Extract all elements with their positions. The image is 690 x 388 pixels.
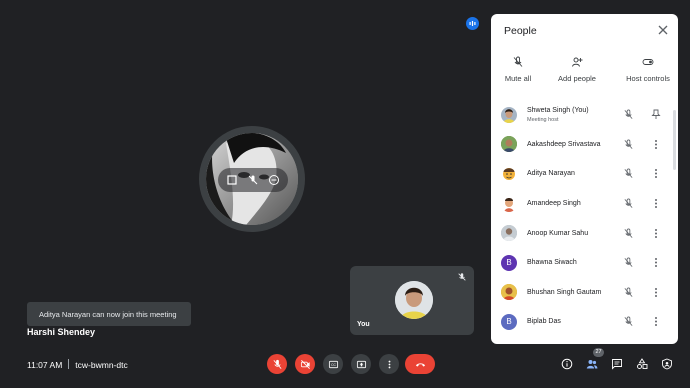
mic-off-icon[interactable] <box>623 109 634 120</box>
participant-avatar <box>501 165 517 182</box>
meeting-details-icon[interactable] <box>561 358 573 370</box>
participant-row[interactable]: Shweta Singh (You) Meeting host <box>491 100 678 130</box>
panel-scrollbar[interactable] <box>673 110 676 170</box>
pin-icon[interactable] <box>226 174 238 186</box>
more-options-icon[interactable] <box>651 228 661 239</box>
mic-off-icon[interactable] <box>623 198 634 209</box>
more-options-icon[interactable] <box>651 257 661 268</box>
tile-hover-controls <box>218 168 288 192</box>
more-options-icon[interactable] <box>651 139 661 150</box>
participant-role: Meeting host <box>527 117 559 123</box>
participant-avatar: B <box>501 254 517 271</box>
participant-row[interactable]: Aakashdeep Srivastava <box>491 130 678 160</box>
hang-up-icon <box>415 362 425 367</box>
clock-time: 11:07 AM <box>27 360 63 370</box>
panel-title: People <box>504 25 537 37</box>
add-people-label: Add people <box>558 74 596 83</box>
pin-icon[interactable] <box>651 109 661 120</box>
mic-off-icon[interactable] <box>623 228 634 239</box>
add-people-button[interactable]: Add people <box>547 56 607 83</box>
participant-name: Shweta Singh (You) <box>527 107 589 114</box>
participant-avatar <box>501 106 517 123</box>
present-screen-button[interactable] <box>351 354 371 374</box>
participant-row[interactable]: B Bhawna Siwach <box>491 248 678 278</box>
participant-list: Shweta Singh (You) Meeting host Aakashde… <box>491 100 678 337</box>
mic-off-icon[interactable] <box>623 257 634 268</box>
meeting-info: 11:07 AM tcw-bwmn-dtc <box>27 359 128 370</box>
participant-count-badge: 27 <box>593 348 604 357</box>
participant-name: Bhushan Singh Gautam <box>527 288 602 296</box>
participant-row[interactable]: Bhushan Singh Gautam <box>491 278 678 308</box>
mic-off-icon <box>272 359 282 369</box>
mic-off-icon[interactable] <box>623 287 634 298</box>
add-person-icon <box>572 57 583 67</box>
participant-avatar <box>501 195 517 212</box>
participant-row[interactable]: Amandeep Singh <box>491 189 678 219</box>
join-notification-toast: Aditya Narayan can now join this meeting <box>27 302 191 326</box>
speaking-indicator-icon <box>466 17 479 30</box>
participant-row[interactable]: B Biplab Das <box>491 307 678 337</box>
captions-button[interactable]: CC <box>323 354 343 374</box>
participant-avatar: B <box>501 313 517 330</box>
mic-off-icon[interactable] <box>623 316 634 327</box>
speaker-name: Harshi Shendey <box>27 327 96 337</box>
mute-all-button[interactable]: Mute all <box>491 56 548 83</box>
participant-row[interactable]: Aditya Narayan <box>491 159 678 189</box>
more-options-icon[interactable] <box>651 168 661 179</box>
participant-name: Amandeep Singh <box>527 200 581 208</box>
participant-name: Aditya Narayan <box>527 170 575 178</box>
mic-off-icon[interactable] <box>623 139 634 150</box>
participant-name: Biplab Das <box>527 318 561 326</box>
people-icon[interactable] <box>586 358 598 370</box>
self-name-label: You <box>357 321 370 328</box>
mic-toggle-button[interactable] <box>267 354 287 374</box>
participant-avatar <box>501 225 517 242</box>
mute-all-label: Mute all <box>504 74 532 83</box>
more-options-button[interactable] <box>379 354 399 374</box>
chat-icon[interactable] <box>611 358 623 370</box>
close-icon[interactable] <box>657 24 669 36</box>
host-controls-button[interactable]: Host controls <box>618 56 678 83</box>
panel-actions: Mute all Add people Host controls <box>491 56 678 96</box>
captions-icon: CC <box>328 360 338 368</box>
host-controls-shield-icon[interactable] <box>661 358 673 370</box>
toggle-icon <box>642 59 654 65</box>
mic-off-icon <box>458 273 466 281</box>
more-options-icon[interactable] <box>651 198 661 209</box>
participant-name: Bhawna Siwach <box>527 259 577 267</box>
leave-call-button[interactable] <box>405 354 435 374</box>
activities-icon[interactable] <box>636 358 648 370</box>
svg-text:CC: CC <box>331 363 336 367</box>
participant-row[interactable]: Anoop Kumar Sahu <box>491 218 678 248</box>
present-icon <box>356 360 366 368</box>
more-options-icon[interactable] <box>651 316 661 327</box>
participant-avatar <box>501 284 517 301</box>
meeting-stage: Aditya Narayan can now join this meeting… <box>0 0 690 388</box>
more-options-icon <box>388 360 390 368</box>
participant-name: Aakashdeep Srivastava <box>527 140 601 148</box>
meeting-code: tcw-bwmn-dtc <box>75 360 128 370</box>
mic-off-icon <box>513 56 523 67</box>
camera-off-icon <box>300 359 310 369</box>
participant-avatar <box>501 136 517 153</box>
remove-icon[interactable] <box>268 174 280 186</box>
host-controls-label: Host controls <box>626 74 670 83</box>
more-options-icon[interactable] <box>651 287 661 298</box>
mic-off-icon[interactable] <box>247 174 259 186</box>
camera-toggle-button[interactable] <box>295 354 315 374</box>
mic-off-icon[interactable] <box>623 168 634 179</box>
participant-name: Anoop Kumar Sahu <box>527 229 589 237</box>
self-avatar <box>395 281 433 319</box>
people-panel: People Mute all Add people Host controls <box>491 14 678 344</box>
divider <box>68 359 70 369</box>
self-video-tile[interactable]: You <box>350 266 474 335</box>
